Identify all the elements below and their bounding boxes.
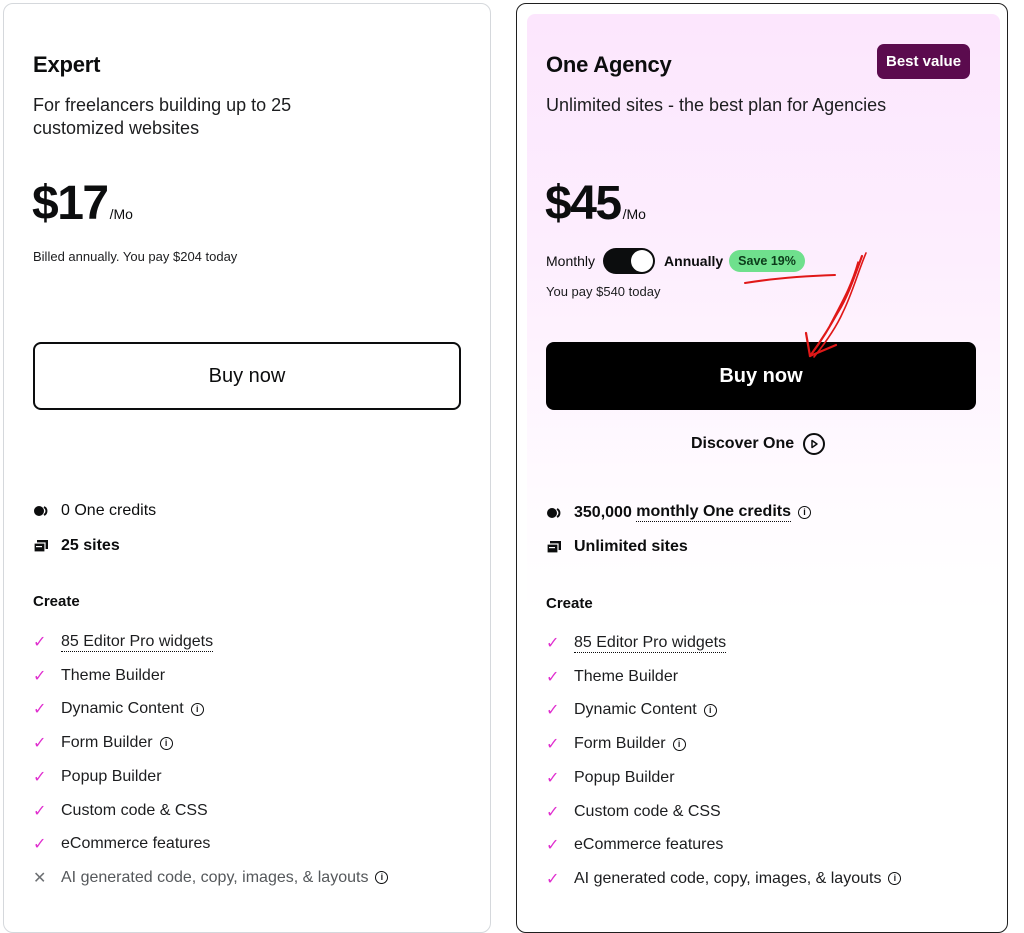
red-annotation-arrow — [744, 252, 867, 358]
